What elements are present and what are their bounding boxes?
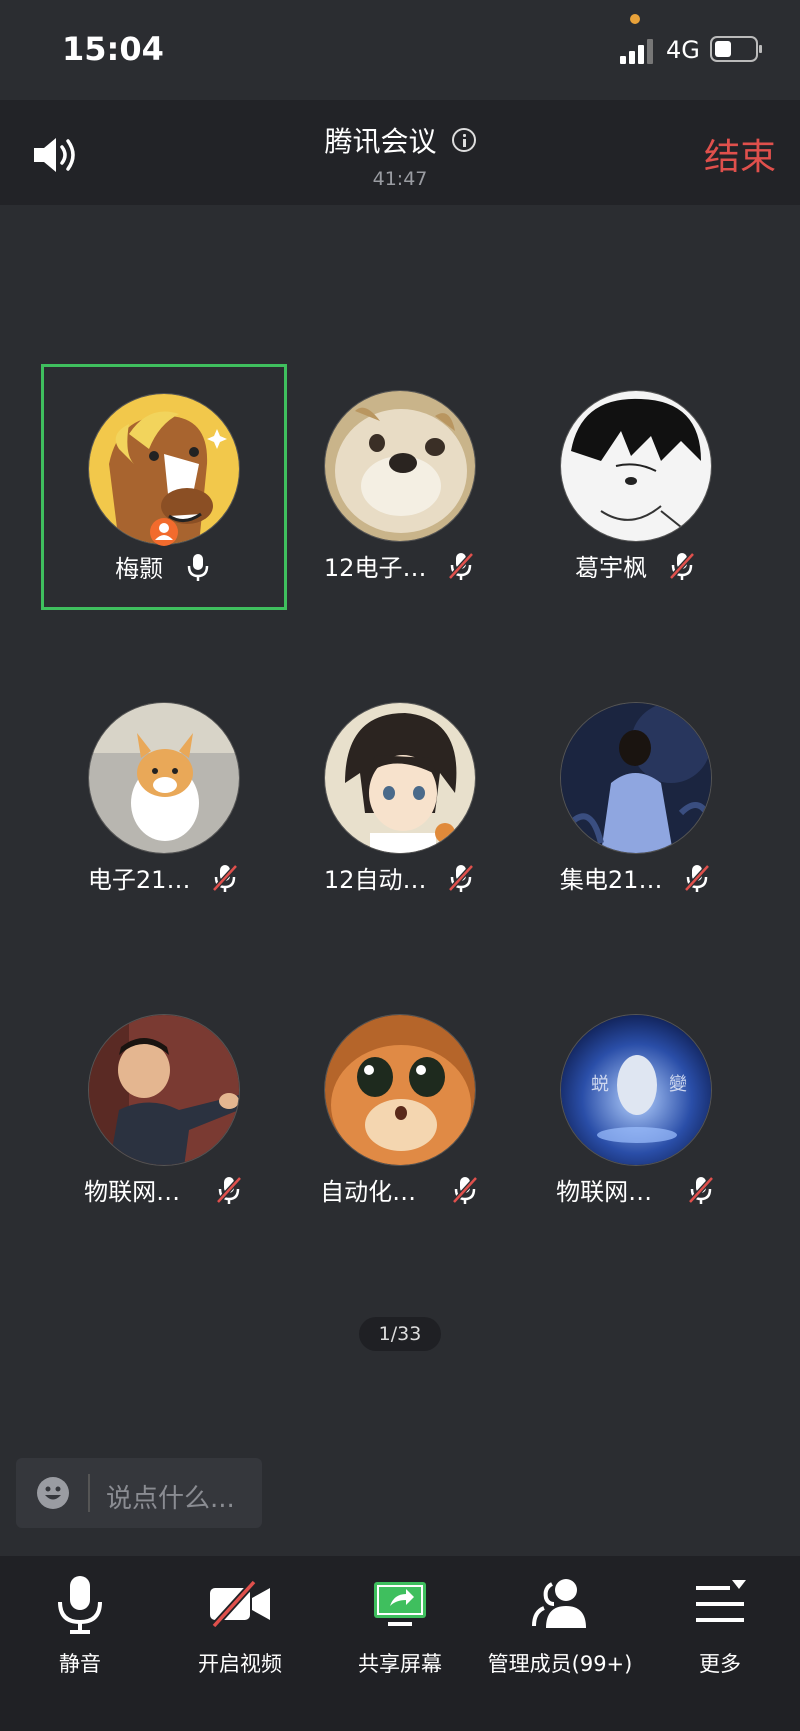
avatar (560, 390, 712, 542)
participant-name: 自动化2… (320, 1178, 431, 1206)
more-label: 更多 (699, 1652, 741, 1676)
signal-icon (620, 36, 656, 64)
participant-tile[interactable]: 蜕 變 物联网2… (518, 984, 754, 1220)
mic-muted-icon (451, 1175, 478, 1204)
participant-tile[interactable]: 12电子… (282, 360, 518, 596)
divider (88, 1474, 90, 1512)
participant-tile[interactable]: 葛宇枫 (518, 360, 754, 596)
host-badge-icon (150, 518, 178, 546)
meeting-title: 腾讯会议 (324, 125, 437, 158)
mic-muted-icon (212, 863, 238, 892)
chat-input[interactable]: 说点什么... (16, 1458, 262, 1528)
microphone-icon (187, 553, 209, 581)
more-icon (696, 1580, 746, 1622)
participant-tile[interactable]: 集电21… (518, 672, 754, 908)
avatar (324, 702, 476, 854)
mute-label: 静音 (59, 1652, 101, 1676)
mic-muted-icon (448, 551, 474, 580)
start-video-button[interactable]: 开启视频 (160, 1556, 320, 1731)
participant-tile[interactable]: 物联网2… (46, 984, 282, 1220)
meeting-duration: 41:47 (372, 168, 428, 190)
participant-name: 葛宇枫 (575, 554, 648, 582)
end-meeting-button[interactable]: 结束 (704, 128, 776, 180)
participant-name: 集电21… (559, 866, 663, 894)
participant-name: 物联网2… (556, 1178, 667, 1206)
avatar (560, 702, 712, 854)
meeting-header: 腾讯会议 41:47 结束 (0, 100, 800, 205)
network-type: 4G (666, 36, 700, 64)
video-off-icon (210, 1579, 270, 1629)
manage-members-label: 管理成员(99+) (487, 1652, 633, 1676)
mic-muted-icon (668, 551, 695, 580)
share-screen-icon (374, 1582, 426, 1626)
participant-grid: 梅颢 12电子… 葛宇枫 电子21… 12自动… 集电21… 物联网2… 自动化… (0, 360, 800, 1310)
avatar (88, 1014, 240, 1166)
page-indicator: 1/33 (359, 1317, 441, 1351)
participant-tile[interactable]: 电子21… (46, 672, 282, 908)
status-bar: 15:04 4G (0, 0, 800, 100)
avatar (88, 702, 240, 854)
mic-muted-icon (684, 863, 710, 892)
emoji-icon[interactable] (36, 1476, 70, 1510)
avatar (324, 1014, 476, 1166)
manage-members-button[interactable]: 管理成员(99+) (480, 1556, 640, 1731)
start-video-label: 开启视频 (198, 1652, 282, 1676)
participant-name: 物联网2… (84, 1178, 195, 1206)
mic-muted-icon (448, 863, 474, 892)
avatar (324, 390, 476, 542)
avatar-caption-left: 蜕 (591, 1074, 609, 1095)
participant-tile[interactable]: 自动化2… (282, 984, 518, 1220)
mic-muted-icon (215, 1175, 242, 1204)
share-screen-label: 共享屏幕 (358, 1652, 442, 1676)
status-time: 15:04 (62, 30, 164, 68)
participant-name: 12自动… (323, 866, 427, 894)
mic-muted-icon (687, 1175, 714, 1204)
privacy-indicator-dot (630, 14, 640, 24)
participant-tile[interactable]: 梅颢 (41, 364, 287, 610)
mute-button[interactable]: 静音 (0, 1556, 160, 1731)
participant-name: 梅颢 (115, 555, 164, 583)
participant-name: 12电子… (323, 554, 427, 582)
battery-icon (710, 36, 762, 62)
participant-tile[interactable]: 12自动… (282, 672, 518, 908)
members-icon (532, 1579, 586, 1628)
share-screen-button[interactable]: 共享屏幕 (320, 1556, 480, 1731)
participant-name: 电子21… (87, 866, 191, 894)
avatar-caption-right: 變 (669, 1074, 687, 1095)
more-button[interactable]: 更多 (640, 1556, 800, 1731)
avatar: 蜕 變 (560, 1014, 712, 1166)
info-icon[interactable] (451, 128, 476, 152)
chat-placeholder[interactable]: 说点什么... (106, 1478, 235, 1515)
bottom-toolbar: 静音 开启视频 共享屏幕 管理成员(99+) 更多 (0, 1556, 800, 1731)
microphone-icon (58, 1576, 102, 1634)
